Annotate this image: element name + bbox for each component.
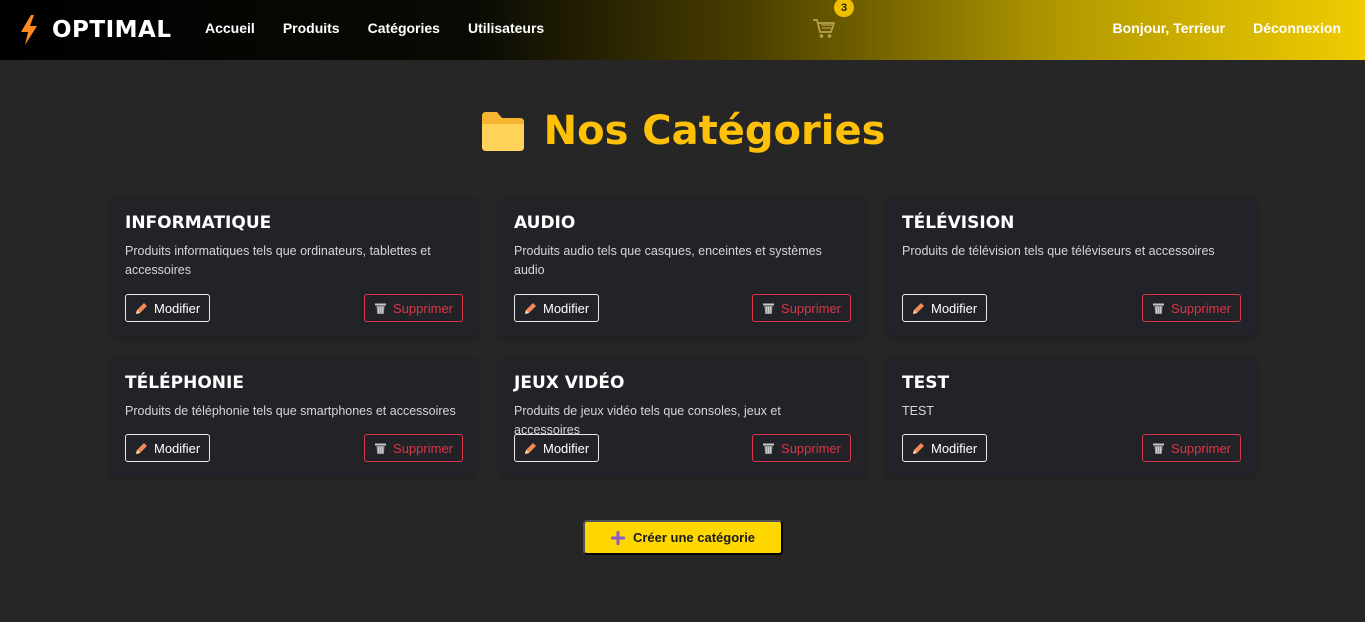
nav-link-accueil[interactable]: Accueil (205, 20, 255, 36)
trash-icon (1153, 303, 1165, 314)
category-card: AUDIO Produits audio tels que casques, e… (500, 198, 865, 336)
cart-button[interactable] (812, 18, 836, 40)
folder-icon (481, 112, 524, 151)
category-description: Produits de téléphonie tels que smartpho… (125, 404, 456, 418)
plus-icon (610, 530, 625, 545)
delete-button-label: Supprimer (393, 300, 453, 316)
pencil-icon (525, 302, 536, 314)
trash-icon (375, 443, 387, 454)
category-card: TEST TEST Modifier Supprimer (888, 358, 1255, 476)
category-card: INFORMATIQUE Produits informatiques tels… (111, 198, 477, 336)
lightning-icon (21, 15, 37, 45)
delete-button-label: Supprimer (781, 300, 841, 316)
pencil-icon (525, 442, 536, 454)
delete-button-label: Supprimer (1171, 440, 1231, 456)
main-nav: Accueil Produits Catégories Utilisateurs (205, 20, 544, 36)
delete-button-label: Supprimer (1171, 300, 1231, 316)
edit-button-label: Modifier (931, 440, 978, 456)
pencil-icon (913, 302, 924, 314)
edit-button[interactable]: Modifier (514, 434, 600, 462)
pencil-icon (136, 442, 147, 454)
page-title: Nos Catégories (543, 108, 886, 154)
cart-count-badge: 3 (834, 0, 854, 17)
category-title: AUDIO (514, 213, 576, 233)
edit-button[interactable]: Modifier (125, 294, 211, 322)
top-navbar: OPTIMAL Accueil Produits Catégories Util… (0, 0, 1365, 60)
delete-button[interactable]: Supprimer (364, 294, 463, 322)
category-description: TEST (902, 404, 934, 418)
category-card: JEUX VIDÉO Produits de jeux vidéo tels q… (500, 358, 865, 476)
edit-button-label: Modifier (543, 300, 590, 316)
pencil-icon (136, 302, 147, 314)
edit-button-label: Modifier (543, 440, 590, 456)
trash-icon (1153, 443, 1165, 454)
edit-button[interactable]: Modifier (125, 434, 211, 462)
category-title: TEST (902, 373, 950, 393)
delete-button[interactable]: Supprimer (1142, 294, 1241, 322)
edit-button-label: Modifier (931, 300, 978, 316)
create-category-label: Créer une catégorie (632, 530, 756, 545)
nav-link-utilisateurs[interactable]: Utilisateurs (468, 20, 544, 36)
delete-button[interactable]: Supprimer (364, 434, 463, 462)
delete-button[interactable]: Supprimer (752, 294, 851, 322)
pencil-icon (913, 442, 924, 454)
delete-button[interactable]: Supprimer (1142, 434, 1241, 462)
delete-button-label: Supprimer (781, 440, 841, 456)
nav-link-produits[interactable]: Produits (283, 20, 340, 36)
user-nav: Bonjour, Terrieur Déconnexion (1113, 20, 1341, 36)
trash-icon (763, 303, 775, 314)
brand-name: OPTIMAL (52, 17, 172, 43)
edit-button-label: Modifier (154, 440, 201, 456)
category-description: Produits informatiques tels que ordinate… (125, 244, 431, 277)
category-card: TÉLÉVISION Produits de télévision tels q… (888, 198, 1255, 336)
category-description: Produits de télévision tels que télévise… (902, 244, 1215, 258)
brand-logo-link[interactable]: OPTIMAL (18, 14, 172, 46)
category-grid: INFORMATIQUE Produits informatiques tels… (111, 198, 1255, 476)
category-card: TÉLÉPHONIE Produits de téléphonie tels q… (111, 358, 477, 476)
category-description: Produits audio tels que casques, enceint… (514, 244, 822, 277)
user-greeting-link[interactable]: Bonjour, Terrieur (1113, 20, 1226, 36)
category-title: TÉLÉVISION (902, 213, 1015, 233)
logout-link[interactable]: Déconnexion (1253, 20, 1341, 36)
nav-link-categories[interactable]: Catégories (368, 20, 440, 36)
delete-button-label: Supprimer (393, 440, 453, 456)
edit-button[interactable]: Modifier (902, 294, 988, 322)
trash-icon (375, 303, 387, 314)
edit-button[interactable]: Modifier (902, 434, 988, 462)
edit-button-label: Modifier (154, 300, 201, 316)
category-title: JEUX VIDÉO (514, 373, 625, 393)
edit-button[interactable]: Modifier (514, 294, 600, 322)
category-title: TÉLÉPHONIE (125, 373, 244, 393)
page-header: Nos Catégories (0, 100, 1365, 162)
create-category-button[interactable]: Créer une catégorie (583, 520, 783, 555)
delete-button[interactable]: Supprimer (752, 434, 851, 462)
trash-icon (763, 443, 775, 454)
cart-icon (813, 19, 835, 38)
category-title: INFORMATIQUE (125, 213, 272, 233)
